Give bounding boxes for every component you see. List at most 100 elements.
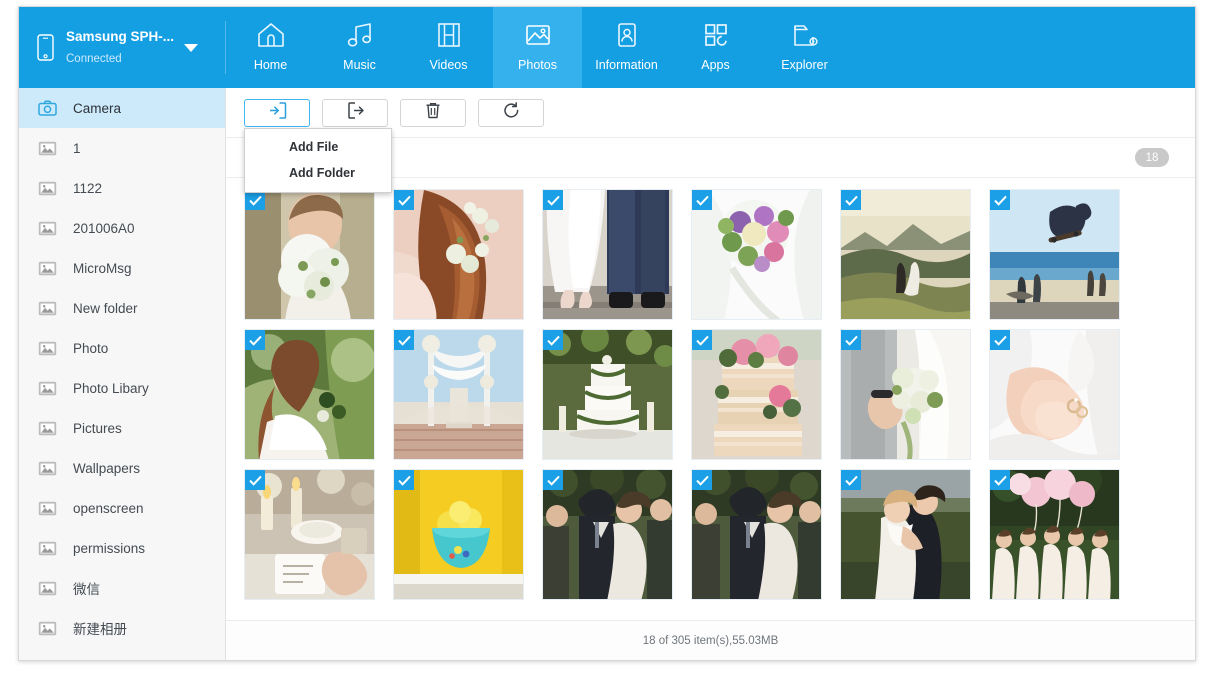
sidebar-item-label: 1122 [73,180,103,196]
photo-checkbox[interactable] [990,470,1010,490]
sidebar-item-201006a0[interactable]: 201006A0 [19,208,225,248]
photo-thumbnail[interactable] [691,469,822,600]
photo-checkbox[interactable] [841,330,861,350]
photo-cell[interactable] [682,465,831,605]
tab-explorer[interactable]: Explorer [760,7,849,88]
photo-thumbnail[interactable] [393,189,524,320]
photo-cell[interactable] [384,325,533,465]
photo-cell[interactable] [384,185,533,325]
device-name: Samsung SPH-... [66,29,175,45]
photo-checkbox[interactable] [841,470,861,490]
photo-cell[interactable] [235,185,384,325]
photo-cell[interactable] [682,325,831,465]
sidebar-item-1[interactable]: 1 [19,128,225,168]
tab-home[interactable]: Home [226,7,315,88]
photo-cell[interactable] [980,465,1129,605]
photo-checkbox[interactable] [394,470,414,490]
sidebar-item-permissions[interactable]: permissions [19,528,225,568]
delete-button[interactable] [400,98,466,127]
photo-checkbox[interactable] [245,470,265,490]
tab-music[interactable]: Music [315,7,404,88]
import-dropdown-menu: Add File Add Folder [244,128,392,193]
sidebar-item-wallpapers[interactable]: Wallpapers [19,448,225,488]
sidebar-item-micromsg[interactable]: MicroMsg [19,248,225,288]
photo-thumbnail[interactable] [989,469,1120,600]
photo-cell[interactable] [831,465,980,605]
photo-cell[interactable] [235,465,384,605]
photo-checkbox[interactable] [543,190,563,210]
photo-checkbox[interactable] [394,330,414,350]
sidebar-item-openscreen[interactable]: openscreen [19,488,225,528]
photo-checkbox[interactable] [245,190,265,210]
photo-cell[interactable] [533,185,682,325]
export-button[interactable] [322,98,388,127]
sidebar-item-label: Wallpapers [73,460,141,476]
tab-photos[interactable]: Photos [493,7,582,88]
device-selector[interactable]: Samsung SPH-... Connected [19,7,226,88]
photo-thumbnail[interactable] [691,329,822,460]
photo-checkbox[interactable] [245,330,265,350]
photo-thumbnail[interactable] [244,329,375,460]
menu-item-add-file[interactable]: Add File [245,134,391,160]
sidebar-item-label: MicroMsg [73,260,132,276]
app-header: Samsung SPH-... Connected Home Music Vid… [19,7,1195,88]
sidebar-item-photo-libary[interactable]: Photo Libary [19,368,225,408]
photo-checkbox[interactable] [692,330,712,350]
photo-thumbnail[interactable] [840,189,971,320]
tab-apps[interactable]: Apps [671,7,760,88]
photo-cell[interactable] [533,325,682,465]
sidebar-item-new-album[interactable]: 新建相册 [19,608,225,648]
photo-thumbnail[interactable] [840,329,971,460]
photo-checkbox[interactable] [394,190,414,210]
import-button[interactable] [244,98,310,127]
selection-count-badge: 18 [1135,148,1169,167]
tab-videos[interactable]: Videos [404,7,493,88]
photo-cell[interactable] [980,185,1129,325]
image-icon [38,300,58,317]
photo-cell[interactable] [682,185,831,325]
photo-cell[interactable] [831,185,980,325]
photo-checkbox[interactable] [990,330,1010,350]
photo-checkbox[interactable] [543,330,563,350]
photo-thumbnail[interactable] [542,469,673,600]
photo-cell[interactable] [980,325,1129,465]
refresh-button[interactable] [478,98,544,127]
main-navigation: Home Music Videos Photos Information App… [226,7,849,88]
menu-item-add-folder[interactable]: Add Folder [245,160,391,186]
tab-information[interactable]: Information [582,7,671,88]
image-icon [38,580,58,597]
photo-cell[interactable] [533,465,682,605]
chevron-down-icon[interactable] [184,43,199,52]
sidebar-item-label: openscreen [73,500,144,516]
photo-thumbnail[interactable] [393,469,524,600]
photo-cell[interactable] [831,325,980,465]
photo-checkbox[interactable] [692,190,712,210]
photo-thumbnail[interactable] [542,189,673,320]
photo-thumbnail[interactable] [244,469,375,600]
sidebar-item-1122[interactable]: 1122 [19,168,225,208]
photo-checkbox[interactable] [841,190,861,210]
photo-thumbnail[interactable] [244,189,375,320]
sidebar-item-label: permissions [73,540,146,556]
sidebar-item-wechat[interactable]: 微信 [19,568,225,608]
photo-thumbnail[interactable] [542,329,673,460]
photo-checkbox[interactable] [692,470,712,490]
image-icon [38,500,58,517]
sidebar-item-new-folder[interactable]: New folder [19,288,225,328]
image-icon [38,380,58,397]
photo-checkbox[interactable] [543,470,563,490]
photo-thumbnail[interactable] [989,189,1120,320]
photo-thumbnail[interactable] [840,469,971,600]
sidebar-item-camera[interactable]: Camera [19,88,225,128]
photo-cell[interactable] [384,465,533,605]
photo-thumbnail[interactable] [393,329,524,460]
sidebar-item-pictures[interactable]: Pictures [19,408,225,448]
sidebar-item-label: Camera [73,100,122,116]
image-icon [38,140,58,157]
photo-checkbox[interactable] [990,190,1010,210]
photo-cell[interactable] [235,325,384,465]
image-icon [38,180,58,197]
sidebar-item-photo[interactable]: Photo [19,328,225,368]
photo-thumbnail[interactable] [989,329,1120,460]
photo-thumbnail[interactable] [691,189,822,320]
